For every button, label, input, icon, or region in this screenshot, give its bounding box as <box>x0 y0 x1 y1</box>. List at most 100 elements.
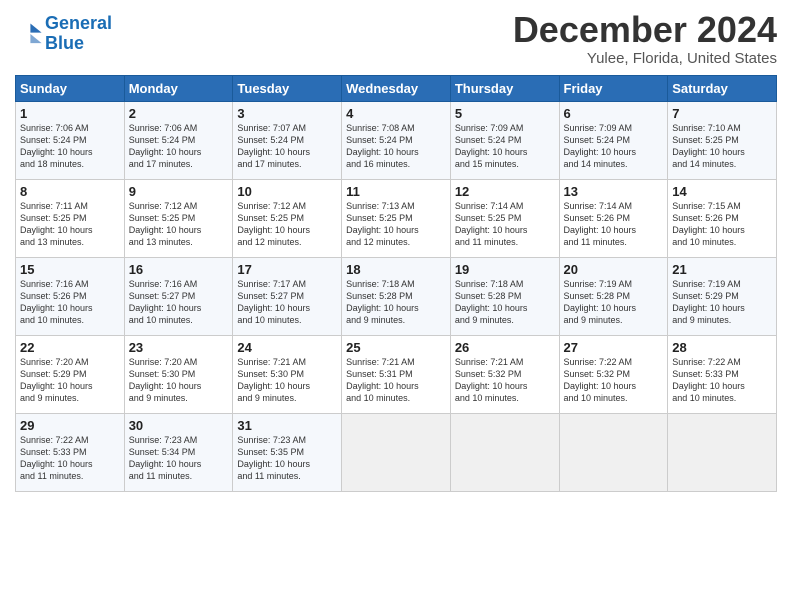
day-number: 23 <box>129 340 229 355</box>
cell-text: Sunrise: 7:12 AM Sunset: 5:25 PM Dayligh… <box>129 200 229 249</box>
col-sunday: Sunday <box>16 75 125 101</box>
cell-text: Sunrise: 7:10 AM Sunset: 5:25 PM Dayligh… <box>672 122 772 171</box>
cell-text: Sunrise: 7:18 AM Sunset: 5:28 PM Dayligh… <box>455 278 555 327</box>
logo: General Blue <box>15 14 112 54</box>
day-number: 13 <box>564 184 664 199</box>
day-number: 21 <box>672 262 772 277</box>
calendar-cell: 6Sunrise: 7:09 AM Sunset: 5:24 PM Daylig… <box>559 101 668 179</box>
day-number: 18 <box>346 262 446 277</box>
calendar-cell: 1Sunrise: 7:06 AM Sunset: 5:24 PM Daylig… <box>16 101 125 179</box>
day-number: 28 <box>672 340 772 355</box>
col-thursday: Thursday <box>450 75 559 101</box>
day-number: 12 <box>455 184 555 199</box>
cell-text: Sunrise: 7:22 AM Sunset: 5:32 PM Dayligh… <box>564 356 664 405</box>
cell-text: Sunrise: 7:22 AM Sunset: 5:33 PM Dayligh… <box>20 434 120 483</box>
calendar-cell <box>450 413 559 491</box>
col-saturday: Saturday <box>668 75 777 101</box>
day-number: 2 <box>129 106 229 121</box>
month-title: December 2024 <box>513 10 777 50</box>
calendar-week-0: 1Sunrise: 7:06 AM Sunset: 5:24 PM Daylig… <box>16 101 777 179</box>
calendar-cell: 12Sunrise: 7:14 AM Sunset: 5:25 PM Dayli… <box>450 179 559 257</box>
calendar-cell: 31Sunrise: 7:23 AM Sunset: 5:35 PM Dayli… <box>233 413 342 491</box>
day-number: 24 <box>237 340 337 355</box>
calendar-week-2: 15Sunrise: 7:16 AM Sunset: 5:26 PM Dayli… <box>16 257 777 335</box>
cell-text: Sunrise: 7:09 AM Sunset: 5:24 PM Dayligh… <box>564 122 664 171</box>
calendar-table: Sunday Monday Tuesday Wednesday Thursday… <box>15 75 777 492</box>
day-number: 1 <box>20 106 120 121</box>
day-number: 31 <box>237 418 337 433</box>
cell-text: Sunrise: 7:17 AM Sunset: 5:27 PM Dayligh… <box>237 278 337 327</box>
calendar-cell <box>559 413 668 491</box>
calendar-cell: 23Sunrise: 7:20 AM Sunset: 5:30 PM Dayli… <box>124 335 233 413</box>
calendar-cell: 28Sunrise: 7:22 AM Sunset: 5:33 PM Dayli… <box>668 335 777 413</box>
cell-text: Sunrise: 7:19 AM Sunset: 5:28 PM Dayligh… <box>564 278 664 327</box>
cell-text: Sunrise: 7:18 AM Sunset: 5:28 PM Dayligh… <box>346 278 446 327</box>
calendar-cell: 14Sunrise: 7:15 AM Sunset: 5:26 PM Dayli… <box>668 179 777 257</box>
day-number: 9 <box>129 184 229 199</box>
calendar-week-4: 29Sunrise: 7:22 AM Sunset: 5:33 PM Dayli… <box>16 413 777 491</box>
cell-text: Sunrise: 7:19 AM Sunset: 5:29 PM Dayligh… <box>672 278 772 327</box>
day-number: 5 <box>455 106 555 121</box>
calendar-cell: 9Sunrise: 7:12 AM Sunset: 5:25 PM Daylig… <box>124 179 233 257</box>
cell-text: Sunrise: 7:20 AM Sunset: 5:30 PM Dayligh… <box>129 356 229 405</box>
day-number: 11 <box>346 184 446 199</box>
day-number: 25 <box>346 340 446 355</box>
cell-text: Sunrise: 7:20 AM Sunset: 5:29 PM Dayligh… <box>20 356 120 405</box>
cell-text: Sunrise: 7:07 AM Sunset: 5:24 PM Dayligh… <box>237 122 337 171</box>
cell-text: Sunrise: 7:15 AM Sunset: 5:26 PM Dayligh… <box>672 200 772 249</box>
calendar-cell: 22Sunrise: 7:20 AM Sunset: 5:29 PM Dayli… <box>16 335 125 413</box>
calendar-cell: 16Sunrise: 7:16 AM Sunset: 5:27 PM Dayli… <box>124 257 233 335</box>
logo-text: General Blue <box>45 14 112 54</box>
calendar-cell: 2Sunrise: 7:06 AM Sunset: 5:24 PM Daylig… <box>124 101 233 179</box>
calendar-cell <box>668 413 777 491</box>
cell-text: Sunrise: 7:23 AM Sunset: 5:35 PM Dayligh… <box>237 434 337 483</box>
day-number: 26 <box>455 340 555 355</box>
cell-text: Sunrise: 7:12 AM Sunset: 5:25 PM Dayligh… <box>237 200 337 249</box>
calendar-cell: 21Sunrise: 7:19 AM Sunset: 5:29 PM Dayli… <box>668 257 777 335</box>
calendar-cell: 15Sunrise: 7:16 AM Sunset: 5:26 PM Dayli… <box>16 257 125 335</box>
calendar-week-3: 22Sunrise: 7:20 AM Sunset: 5:29 PM Dayli… <box>16 335 777 413</box>
calendar-cell: 30Sunrise: 7:23 AM Sunset: 5:34 PM Dayli… <box>124 413 233 491</box>
calendar-cell: 7Sunrise: 7:10 AM Sunset: 5:25 PM Daylig… <box>668 101 777 179</box>
cell-text: Sunrise: 7:08 AM Sunset: 5:24 PM Dayligh… <box>346 122 446 171</box>
page-container: General Blue December 2024 Yulee, Florid… <box>0 0 792 502</box>
cell-text: Sunrise: 7:06 AM Sunset: 5:24 PM Dayligh… <box>20 122 120 171</box>
day-number: 10 <box>237 184 337 199</box>
calendar-cell: 11Sunrise: 7:13 AM Sunset: 5:25 PM Dayli… <box>342 179 451 257</box>
col-monday: Monday <box>124 75 233 101</box>
day-number: 17 <box>237 262 337 277</box>
header-row: General Blue December 2024 Yulee, Florid… <box>15 10 777 67</box>
calendar-header-row: Sunday Monday Tuesday Wednesday Thursday… <box>16 75 777 101</box>
col-tuesday: Tuesday <box>233 75 342 101</box>
calendar-cell: 8Sunrise: 7:11 AM Sunset: 5:25 PM Daylig… <box>16 179 125 257</box>
calendar-cell: 25Sunrise: 7:21 AM Sunset: 5:31 PM Dayli… <box>342 335 451 413</box>
col-friday: Friday <box>559 75 668 101</box>
cell-text: Sunrise: 7:06 AM Sunset: 5:24 PM Dayligh… <box>129 122 229 171</box>
calendar-cell: 20Sunrise: 7:19 AM Sunset: 5:28 PM Dayli… <box>559 257 668 335</box>
cell-text: Sunrise: 7:21 AM Sunset: 5:31 PM Dayligh… <box>346 356 446 405</box>
day-number: 7 <box>672 106 772 121</box>
cell-text: Sunrise: 7:11 AM Sunset: 5:25 PM Dayligh… <box>20 200 120 249</box>
cell-text: Sunrise: 7:14 AM Sunset: 5:26 PM Dayligh… <box>564 200 664 249</box>
calendar-cell: 17Sunrise: 7:17 AM Sunset: 5:27 PM Dayli… <box>233 257 342 335</box>
day-number: 8 <box>20 184 120 199</box>
calendar-cell: 24Sunrise: 7:21 AM Sunset: 5:30 PM Dayli… <box>233 335 342 413</box>
calendar-cell: 29Sunrise: 7:22 AM Sunset: 5:33 PM Dayli… <box>16 413 125 491</box>
col-wednesday: Wednesday <box>342 75 451 101</box>
day-number: 4 <box>346 106 446 121</box>
calendar-cell: 5Sunrise: 7:09 AM Sunset: 5:24 PM Daylig… <box>450 101 559 179</box>
day-number: 30 <box>129 418 229 433</box>
calendar-cell <box>342 413 451 491</box>
calendar-cell: 3Sunrise: 7:07 AM Sunset: 5:24 PM Daylig… <box>233 101 342 179</box>
title-block: December 2024 Yulee, Florida, United Sta… <box>513 10 777 67</box>
day-number: 14 <box>672 184 772 199</box>
calendar-cell: 13Sunrise: 7:14 AM Sunset: 5:26 PM Dayli… <box>559 179 668 257</box>
calendar-cell: 26Sunrise: 7:21 AM Sunset: 5:32 PM Dayli… <box>450 335 559 413</box>
location-title: Yulee, Florida, United States <box>513 50 777 67</box>
day-number: 3 <box>237 106 337 121</box>
cell-text: Sunrise: 7:16 AM Sunset: 5:26 PM Dayligh… <box>20 278 120 327</box>
day-number: 16 <box>129 262 229 277</box>
calendar-cell: 27Sunrise: 7:22 AM Sunset: 5:32 PM Dayli… <box>559 335 668 413</box>
calendar-cell: 4Sunrise: 7:08 AM Sunset: 5:24 PM Daylig… <box>342 101 451 179</box>
cell-text: Sunrise: 7:16 AM Sunset: 5:27 PM Dayligh… <box>129 278 229 327</box>
